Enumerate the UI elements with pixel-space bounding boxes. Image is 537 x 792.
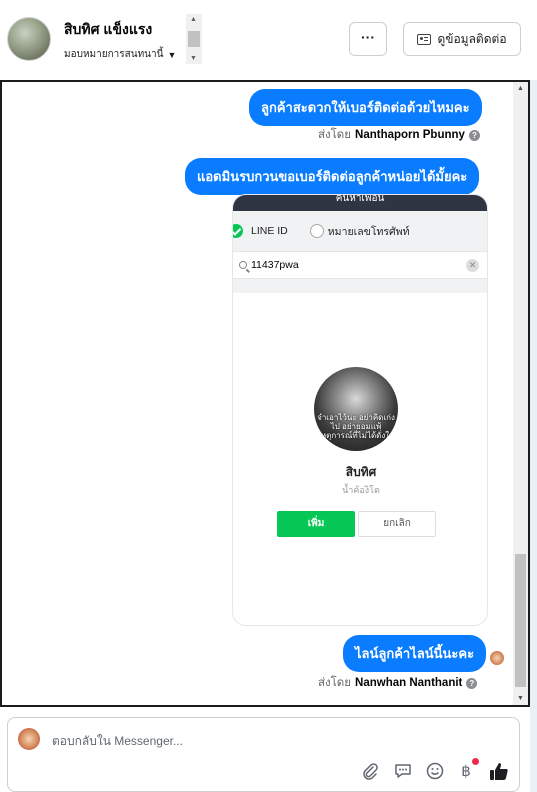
scroll-up-arrow-icon[interactable]: ▲ [517, 85, 524, 92]
scroll-up-arrow-icon[interactable]: ▲ [190, 16, 197, 23]
sent-by-prefix: ส่งโดย [318, 129, 352, 141]
line-profile-status: น้ำค้องิโต [342, 485, 380, 495]
view-contact-info-label: ดูข้อมูลติดต่อ [437, 31, 507, 46]
chat-bubble-icon[interactable] [392, 760, 414, 782]
caret-down-icon: ▼ [167, 49, 177, 60]
clear-icon: ✕ [466, 259, 479, 272]
scrollbar-thumb[interactable] [188, 31, 200, 47]
conversation-header: สิบทิศ แข็งแรง มอบหมายการสนทนานี้ ▼ ▲ ▼ … [0, 0, 537, 80]
line-profile-name: สิบทิศ [345, 465, 377, 479]
message-bubble[interactable]: ลูกค้าสะดวกให้เบอร์ติดต่อด้วยไหมคะ [249, 89, 482, 126]
reply-composer: ฿ [7, 717, 520, 792]
separator [233, 279, 487, 293]
sent-by-line: ส่งโดย Nanthaporn Pbunny ? [318, 126, 480, 144]
line-add-button: เพิ่ม [277, 511, 355, 537]
line-search-field: 11437pwa ✕ [233, 251, 487, 279]
radio-icon [309, 224, 324, 238]
scroll-down-arrow-icon[interactable]: ▼ [517, 695, 524, 702]
attached-image[interactable]: ค้นหาเพื่อน LINE ID หมายเลขโทรศัพท์ 1143… [232, 194, 488, 626]
line-search-value: 11437pwa [251, 259, 299, 271]
sent-by-line: ส่งโดย Nanwhan Nanthanit ? [318, 674, 478, 692]
sender-avatar [490, 651, 504, 665]
scroll-down-arrow-icon[interactable]: ▼ [190, 55, 197, 62]
message-thread[interactable]: ลูกค้าสะดวกให้เบอร์ติดต่อด้วยไหมคะ ส่งโด… [0, 80, 530, 707]
phone-option: หมายเลขโทรศัพท์ [327, 225, 410, 238]
scrollbar-thumb[interactable] [515, 554, 526, 687]
search-icon [239, 261, 247, 269]
line-cancel-button: ยกเลิก [358, 511, 436, 537]
thread-scrollbar[interactable]: ▲ ▼ [513, 82, 528, 705]
contact-avatar[interactable] [7, 17, 51, 61]
sender-name[interactable]: Nanthaporn Pbunny [355, 129, 465, 141]
line-profile-picture: จำเอาไว้นะ อย่าคิดเก่งไป อย่ายอมแพ้ เหตุ… [314, 367, 398, 451]
contact-name[interactable]: สิบทิศ แข็งแรง [64, 19, 152, 41]
message-bubble[interactable]: ไลน์ลูกค้าไลน์นี้นะคะ [343, 635, 487, 672]
help-icon[interactable]: ? [466, 677, 478, 689]
page-edge [530, 80, 537, 792]
header-scrollbar[interactable]: ▲ ▼ [186, 14, 202, 64]
sender-name[interactable]: Nanwhan Nanthanit [355, 677, 462, 689]
profile-picture-caption: จำเอาไว้นะ อย่าคิดเก่งไป อย่ายอมแพ้ เหตุ… [317, 413, 395, 440]
sent-by-prefix: ส่งโดย [318, 677, 352, 689]
message-bubble[interactable]: แอดมินรบกวนขอเบอร์ติดต่อลูกค้าหน่อยได้มั… [185, 158, 480, 195]
assign-label: มอบหมายการสนทนานี้ [64, 49, 164, 60]
line-id-option: LINE ID [251, 225, 288, 237]
line-search-options: LINE ID หมายเลขโทรศัพท์ [233, 211, 487, 251]
contact-card-icon [417, 33, 432, 45]
user-avatar [18, 728, 40, 750]
thumbs-up-icon[interactable] [488, 760, 510, 782]
checkmark-icon [233, 224, 243, 238]
more-options-button[interactable]: ··· [349, 22, 387, 56]
view-contact-info-button[interactable]: ดูข้อมูลติดต่อ [403, 22, 521, 56]
help-icon[interactable]: ? [468, 129, 480, 141]
notification-dot [472, 758, 479, 765]
assign-conversation-dropdown[interactable]: มอบหมายการสนทนานี้ ▼ [64, 47, 176, 62]
emoji-icon[interactable] [424, 760, 446, 782]
reply-input[interactable] [52, 732, 352, 750]
line-top-bar: ค้นหาเพื่อน [233, 195, 487, 211]
paperclip-icon[interactable] [359, 760, 381, 782]
